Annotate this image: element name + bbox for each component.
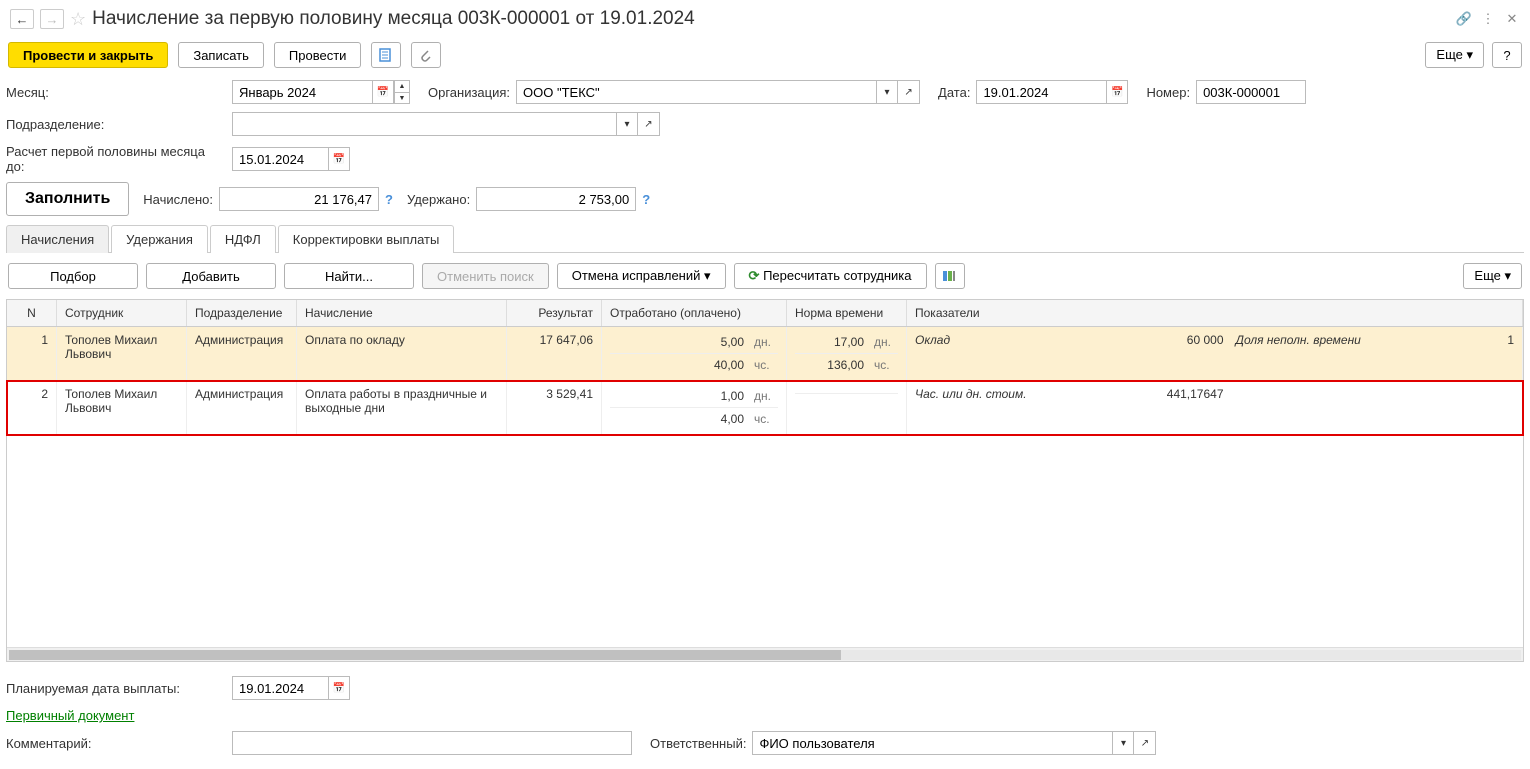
tab-corrections[interactable]: Корректировки выплаты xyxy=(278,225,455,253)
horizontal-scrollbar[interactable] xyxy=(7,647,1523,661)
col-norm[interactable]: Норма времени xyxy=(787,300,907,326)
columns-icon xyxy=(942,269,956,283)
org-label: Организация: xyxy=(428,85,510,100)
withheld-input[interactable] xyxy=(476,187,636,211)
month-label: Месяц: xyxy=(6,85,226,100)
add-button[interactable]: Добавить xyxy=(146,263,276,289)
tab-accruals[interactable]: Начисления xyxy=(6,225,109,253)
more-button[interactable]: Еще ▾ xyxy=(1425,42,1484,68)
pick-button[interactable]: Подбор xyxy=(8,263,138,289)
number-input[interactable] xyxy=(1196,80,1306,104)
responsible-dropdown-icon[interactable]: ▾ xyxy=(1112,731,1134,755)
dept-dropdown-icon[interactable]: ▾ xyxy=(616,112,638,136)
withheld-label: Удержано: xyxy=(407,192,470,207)
favorite-icon[interactable]: ☆ xyxy=(70,9,86,30)
recalc-button[interactable]: ⟳ Пересчитать сотрудника xyxy=(734,263,927,289)
col-res[interactable]: Результат xyxy=(507,300,602,326)
attach-icon-button[interactable] xyxy=(411,42,441,68)
col-emp[interactable]: Сотрудник xyxy=(57,300,187,326)
comment-label: Комментарий: xyxy=(6,736,226,751)
post-and-close-button[interactable]: Провести и закрыть xyxy=(8,42,168,68)
responsible-input[interactable] xyxy=(752,731,1112,755)
paperclip-icon xyxy=(418,48,432,62)
col-ind[interactable]: Показатели xyxy=(907,300,1523,326)
nav-back[interactable]: ← xyxy=(10,9,34,29)
find-button[interactable]: Найти... xyxy=(284,263,414,289)
calc-until-calendar-icon[interactable]: 📅 xyxy=(328,147,350,171)
nav-forward[interactable]: → xyxy=(40,9,64,29)
col-calc[interactable]: Начисление xyxy=(297,300,507,326)
cancel-fix-button[interactable]: Отмена исправлений ▾ xyxy=(557,263,726,289)
withheld-help-icon[interactable]: ? xyxy=(642,192,650,207)
fill-button[interactable]: Заполнить xyxy=(6,182,129,216)
primary-document-link[interactable]: Первичный документ xyxy=(6,708,134,723)
refresh-icon: ⟳ xyxy=(749,268,760,283)
save-button[interactable]: Записать xyxy=(178,42,264,68)
report-icon xyxy=(378,48,392,62)
accrued-label: Начислено: xyxy=(143,192,213,207)
responsible-open-icon[interactable]: ↗ xyxy=(1134,731,1156,755)
comment-input[interactable] xyxy=(232,731,632,755)
post-button[interactable]: Провести xyxy=(274,42,362,68)
close-icon[interactable]: ✕ xyxy=(1504,11,1520,27)
responsible-label: Ответственный: xyxy=(650,736,746,751)
date-calendar-icon[interactable]: 📅 xyxy=(1106,80,1128,104)
accruals-grid: N Сотрудник Подразделение Начисление Рез… xyxy=(6,299,1524,662)
dept-open-icon[interactable]: ↗ xyxy=(638,112,660,136)
org-input[interactable] xyxy=(516,80,876,104)
dept-input[interactable] xyxy=(232,112,616,136)
cancel-search-button[interactable]: Отменить поиск xyxy=(422,263,549,289)
col-work[interactable]: Отработано (оплачено) xyxy=(602,300,787,326)
tab-withholdings[interactable]: Удержания xyxy=(111,225,208,253)
plan-date-label: Планируемая дата выплаты: xyxy=(6,681,226,696)
table-row[interactable]: 2 Тополев Михаил Львович Администрация О… xyxy=(7,381,1523,435)
org-open-icon[interactable]: ↗ xyxy=(898,80,920,104)
col-dept[interactable]: Подразделение xyxy=(187,300,297,326)
month-up[interactable]: ▲ xyxy=(394,80,410,92)
month-calendar-icon[interactable]: 📅 xyxy=(372,80,394,104)
calc-until-label: Расчет первой половины месяца до: xyxy=(6,144,226,174)
plan-date-calendar-icon[interactable]: 📅 xyxy=(328,676,350,700)
month-input[interactable] xyxy=(232,80,372,104)
number-label: Номер: xyxy=(1146,85,1190,100)
calc-until-input[interactable] xyxy=(232,147,328,171)
kebab-icon[interactable]: ⋮ xyxy=(1480,11,1496,27)
org-dropdown-icon[interactable]: ▾ xyxy=(876,80,898,104)
link-icon[interactable]: 🔗 xyxy=(1456,11,1472,27)
columns-icon-button[interactable] xyxy=(935,263,965,289)
plan-date-input[interactable] xyxy=(232,676,328,700)
tab-more-button[interactable]: Еще ▾ xyxy=(1463,263,1522,289)
tab-ndfl[interactable]: НДФЛ xyxy=(210,225,276,253)
date-label: Дата: xyxy=(938,85,970,100)
accrued-help-icon[interactable]: ? xyxy=(385,192,393,207)
col-n[interactable]: N xyxy=(7,300,57,326)
help-button[interactable]: ? xyxy=(1492,42,1522,68)
report-icon-button[interactable] xyxy=(371,42,401,68)
dept-label: Подразделение: xyxy=(6,117,226,132)
table-row[interactable]: 1 Тополев Михаил Львович Администрация О… xyxy=(7,327,1523,381)
date-input[interactable] xyxy=(976,80,1106,104)
month-down[interactable]: ▼ xyxy=(394,92,410,104)
accrued-input[interactable] xyxy=(219,187,379,211)
window-title: Начисление за первую половину месяца 003… xyxy=(92,8,695,30)
